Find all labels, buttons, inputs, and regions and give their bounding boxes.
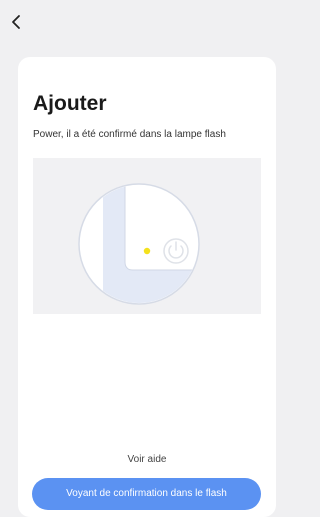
chevron-left-icon: [12, 15, 20, 29]
add-device-card: Ajouter Power, il a été confirmé dans la…: [18, 57, 276, 517]
back-button[interactable]: [8, 12, 26, 32]
help-link[interactable]: Voir aide: [18, 454, 276, 465]
confirm-indicator-button[interactable]: Voyant de confirmation dans le flash: [32, 478, 261, 510]
top-bar: [0, 0, 284, 42]
instruction-text: Power, il a été confirmé dans la lampe f…: [33, 129, 226, 140]
device-illustration: [33, 158, 261, 314]
page-title: Ajouter: [33, 92, 107, 115]
indicator-light: [143, 247, 151, 255]
